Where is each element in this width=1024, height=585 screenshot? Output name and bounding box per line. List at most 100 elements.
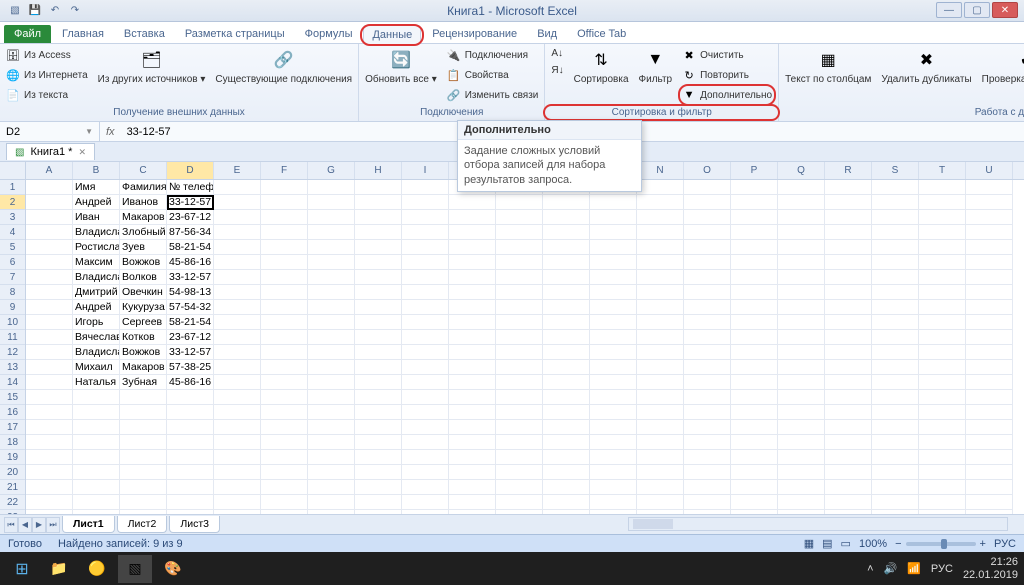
cell-R20[interactable] [825, 465, 872, 480]
cell-Q7[interactable] [778, 270, 825, 285]
cell-R6[interactable] [825, 255, 872, 270]
cell-F20[interactable] [261, 465, 308, 480]
cell-U10[interactable] [966, 315, 1013, 330]
cell-D5[interactable]: 58-21-54 [167, 240, 214, 255]
cell-S20[interactable] [872, 465, 919, 480]
row-header-4[interactable]: 4 [0, 225, 25, 240]
sheet-prev-icon[interactable]: ◀ [18, 517, 32, 533]
cell-M8[interactable] [590, 285, 637, 300]
row-header-12[interactable]: 12 [0, 345, 25, 360]
cell-U13[interactable] [966, 360, 1013, 375]
cell-P20[interactable] [731, 465, 778, 480]
cell-H3[interactable] [355, 210, 402, 225]
cell-L15[interactable] [543, 390, 590, 405]
cell-U22[interactable] [966, 495, 1013, 510]
cell-S21[interactable] [872, 480, 919, 495]
cell-P17[interactable] [731, 420, 778, 435]
cell-R9[interactable] [825, 300, 872, 315]
cell-F16[interactable] [261, 405, 308, 420]
cell-F22[interactable] [261, 495, 308, 510]
tray-volume-icon[interactable]: 🔊 [884, 562, 898, 575]
cell-H15[interactable] [355, 390, 402, 405]
cell-U14[interactable] [966, 375, 1013, 390]
cell-I4[interactable] [402, 225, 449, 240]
cell-R7[interactable] [825, 270, 872, 285]
cell-Q19[interactable] [778, 450, 825, 465]
cell-E18[interactable] [214, 435, 261, 450]
cell-G8[interactable] [308, 285, 355, 300]
cell-H10[interactable] [355, 315, 402, 330]
cell-I18[interactable] [402, 435, 449, 450]
cell-G5[interactable] [308, 240, 355, 255]
cell-I21[interactable] [402, 480, 449, 495]
cell-K4[interactable] [496, 225, 543, 240]
cell-K14[interactable] [496, 375, 543, 390]
cell-T10[interactable] [919, 315, 966, 330]
row-header-1[interactable]: 1 [0, 180, 25, 195]
cell-U2[interactable] [966, 195, 1013, 210]
sheet-last-icon[interactable]: ⏭ [46, 517, 60, 533]
cell-P3[interactable] [731, 210, 778, 225]
filter-button[interactable]: ▼Фильтр [637, 46, 675, 87]
row-header-8[interactable]: 8 [0, 285, 25, 300]
cell-I7[interactable] [402, 270, 449, 285]
cell-Q18[interactable] [778, 435, 825, 450]
cell-C10[interactable]: Сергеев [120, 315, 167, 330]
cell-E20[interactable] [214, 465, 261, 480]
cell-R3[interactable] [825, 210, 872, 225]
cell-B22[interactable] [73, 495, 120, 510]
cell-J6[interactable] [449, 255, 496, 270]
cell-L9[interactable] [543, 300, 590, 315]
cell-F15[interactable] [261, 390, 308, 405]
cell-K9[interactable] [496, 300, 543, 315]
cell-E9[interactable] [214, 300, 261, 315]
cell-R1[interactable] [825, 180, 872, 195]
cell-L19[interactable] [543, 450, 590, 465]
cell-L6[interactable] [543, 255, 590, 270]
row-header-13[interactable]: 13 [0, 360, 25, 375]
cell-N18[interactable] [637, 435, 684, 450]
cell-J9[interactable] [449, 300, 496, 315]
cell-G16[interactable] [308, 405, 355, 420]
cell-Q3[interactable] [778, 210, 825, 225]
cell-B6[interactable]: Максим [73, 255, 120, 270]
cell-I10[interactable] [402, 315, 449, 330]
cell-C22[interactable] [120, 495, 167, 510]
minimize-button[interactable]: — [936, 2, 962, 18]
cell-P7[interactable] [731, 270, 778, 285]
cell-O10[interactable] [684, 315, 731, 330]
cell-S22[interactable] [872, 495, 919, 510]
cell-Q2[interactable] [778, 195, 825, 210]
cell-G20[interactable] [308, 465, 355, 480]
cell-L7[interactable] [543, 270, 590, 285]
cell-G18[interactable] [308, 435, 355, 450]
cell-A16[interactable] [26, 405, 73, 420]
cell-B19[interactable] [73, 450, 120, 465]
view-layout-icon[interactable]: ▤ [822, 537, 832, 550]
cell-G10[interactable] [308, 315, 355, 330]
row-header-9[interactable]: 9 [0, 300, 25, 315]
cell-H16[interactable] [355, 405, 402, 420]
tray-chevron-icon[interactable]: ˄ [867, 563, 873, 575]
close-icon[interactable]: ✕ [78, 147, 86, 158]
cell-I5[interactable] [402, 240, 449, 255]
cell-A1[interactable] [26, 180, 73, 195]
cell-M12[interactable] [590, 345, 637, 360]
cell-J3[interactable] [449, 210, 496, 225]
cell-S13[interactable] [872, 360, 919, 375]
col-header-I[interactable]: I [402, 162, 449, 179]
cell-E15[interactable] [214, 390, 261, 405]
from-text-button[interactable]: 📄Из текста [4, 86, 90, 104]
row-header-7[interactable]: 7 [0, 270, 25, 285]
cell-M9[interactable] [590, 300, 637, 315]
row-header-6[interactable]: 6 [0, 255, 25, 270]
tray-lang[interactable]: РУС [931, 563, 953, 575]
cell-K3[interactable] [496, 210, 543, 225]
cell-F21[interactable] [261, 480, 308, 495]
cell-R2[interactable] [825, 195, 872, 210]
cell-K6[interactable] [496, 255, 543, 270]
row-header-21[interactable]: 21 [0, 480, 25, 495]
cell-N13[interactable] [637, 360, 684, 375]
cell-L12[interactable] [543, 345, 590, 360]
cell-A4[interactable] [26, 225, 73, 240]
